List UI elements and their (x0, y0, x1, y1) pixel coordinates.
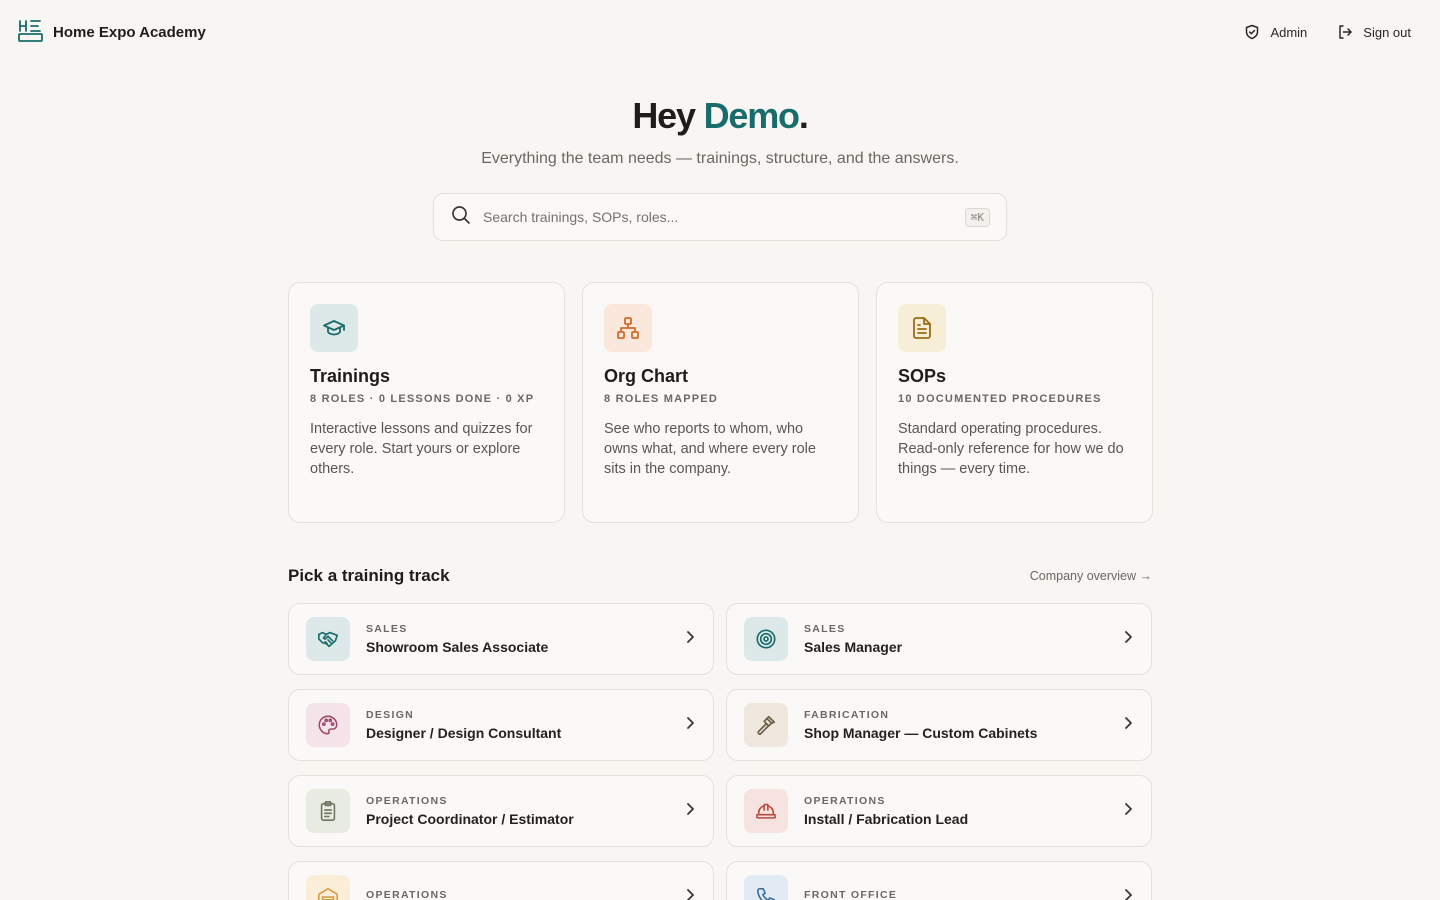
chevron-right-icon (1123, 802, 1133, 821)
track-category: OPERATIONS (366, 889, 448, 900)
chevron-right-icon (1123, 716, 1133, 735)
track-category: DESIGN (366, 709, 415, 721)
sops-card[interactable]: SOPs 10 DOCUMENTED PROCEDURES Standard o… (876, 282, 1153, 523)
document-icon (898, 304, 946, 352)
training-tracks-grid: SALES Showroom Sales Associate SALES Sal… (288, 603, 1152, 900)
search-icon (451, 205, 471, 230)
brand[interactable]: Home Expo Academy (18, 18, 206, 47)
chevron-right-icon (685, 630, 695, 649)
store-logo-icon (18, 18, 43, 47)
card-title: SOPs (898, 366, 947, 386)
track-category: FRONT OFFICE (804, 889, 898, 900)
track-designer[interactable]: DESIGN Designer / Design Consultant (288, 689, 714, 761)
clipboard-icon (306, 789, 350, 833)
phone-icon (744, 875, 788, 900)
admin-label: Admin (1270, 24, 1308, 40)
track-category: OPERATIONS (804, 795, 886, 807)
greeting-heading: Hey Demo. (632, 95, 808, 136)
chevron-right-icon (1123, 888, 1133, 900)
track-title: Install / Fabrication Lead (804, 811, 969, 827)
search-bar[interactable]: ⌘K (433, 193, 1007, 241)
track-title: Shop Manager — Custom Cabinets (804, 725, 1038, 741)
top-actions: Admin Sign out (1244, 24, 1411, 40)
company-overview-link[interactable]: Company overview → (1030, 569, 1152, 583)
track-title: Designer / Design Consultant (366, 725, 562, 741)
track-title: Showroom Sales Associate (366, 639, 549, 655)
track-showroom-sales-associate[interactable]: SALES Showroom Sales Associate (288, 603, 714, 675)
card-meta: 8 ROLES MAPPED (604, 393, 718, 405)
track-title: Project Coordinator / Estimator (366, 811, 574, 827)
chevron-right-icon (685, 888, 695, 900)
palette-icon (306, 703, 350, 747)
track-title: Sales Manager (804, 639, 903, 655)
chevron-right-icon (685, 716, 695, 735)
org-chart-icon (604, 304, 652, 352)
signout-link[interactable]: Sign out (1337, 24, 1411, 40)
track-sales-manager[interactable]: SALES Sales Manager (726, 603, 1152, 675)
card-meta: 10 DOCUMENTED PROCEDURES (898, 393, 1102, 405)
feature-cards: Trainings 8 ROLES · 0 LESSONS DONE · 0 X… (288, 282, 1153, 523)
track-category: FABRICATION (804, 709, 890, 721)
trainings-card[interactable]: Trainings 8 ROLES · 0 LESSONS DONE · 0 X… (288, 282, 565, 523)
tracks-section-header: Pick a training track Company overview → (288, 566, 1152, 586)
hero: Hey Demo. Everything the team needs — tr… (0, 94, 1440, 168)
sign-out-icon (1337, 24, 1353, 40)
track-install-lead[interactable]: OPERATIONS Install / Fabrication Lead (726, 775, 1152, 847)
search-input[interactable] (483, 209, 965, 225)
card-description: Interactive lessons and quizzes for ever… (310, 421, 533, 477)
hammer-icon (744, 703, 788, 747)
search-shortcut: ⌘K (964, 207, 990, 227)
signout-label: Sign out (1363, 24, 1411, 40)
card-title: Org Chart (604, 366, 689, 386)
track-operations-partial[interactable]: OPERATIONS (288, 861, 714, 900)
handshake-icon (306, 617, 350, 661)
card-description: See who reports to whom, who owns what, … (604, 421, 816, 477)
org-chart-card[interactable]: Org Chart 8 ROLES MAPPED See who reports… (582, 282, 859, 523)
shield-check-icon (1244, 24, 1260, 40)
card-description: Standard operating procedures. Read-only… (898, 421, 1124, 477)
track-front-office-partial[interactable]: FRONT OFFICE (726, 861, 1152, 900)
hero-subtitle: Everything the team needs — trainings, s… (481, 150, 959, 167)
admin-link[interactable]: Admin (1244, 24, 1307, 40)
chevron-right-icon (1123, 630, 1133, 649)
track-category: SALES (366, 623, 408, 635)
section-title: Pick a training track (288, 566, 450, 585)
track-category: OPERATIONS (366, 795, 448, 807)
top-bar: Home Expo Academy Admin Sign out (0, 0, 1440, 64)
card-meta: 8 ROLES · 0 LESSONS DONE · 0 XP (310, 393, 535, 405)
chevron-right-icon (685, 802, 695, 821)
track-category: SALES (804, 623, 846, 635)
track-shop-manager[interactable]: FABRICATION Shop Manager — Custom Cabine… (726, 689, 1152, 761)
track-project-coordinator[interactable]: OPERATIONS Project Coordinator / Estimat… (288, 775, 714, 847)
card-title: Trainings (310, 366, 391, 386)
hard-hat-icon (744, 789, 788, 833)
warehouse-icon (306, 875, 350, 900)
target-icon (744, 617, 788, 661)
user-name: Demo (703, 95, 800, 136)
brand-name: Home Expo Academy (53, 23, 206, 41)
graduation-cap-icon (310, 304, 358, 352)
